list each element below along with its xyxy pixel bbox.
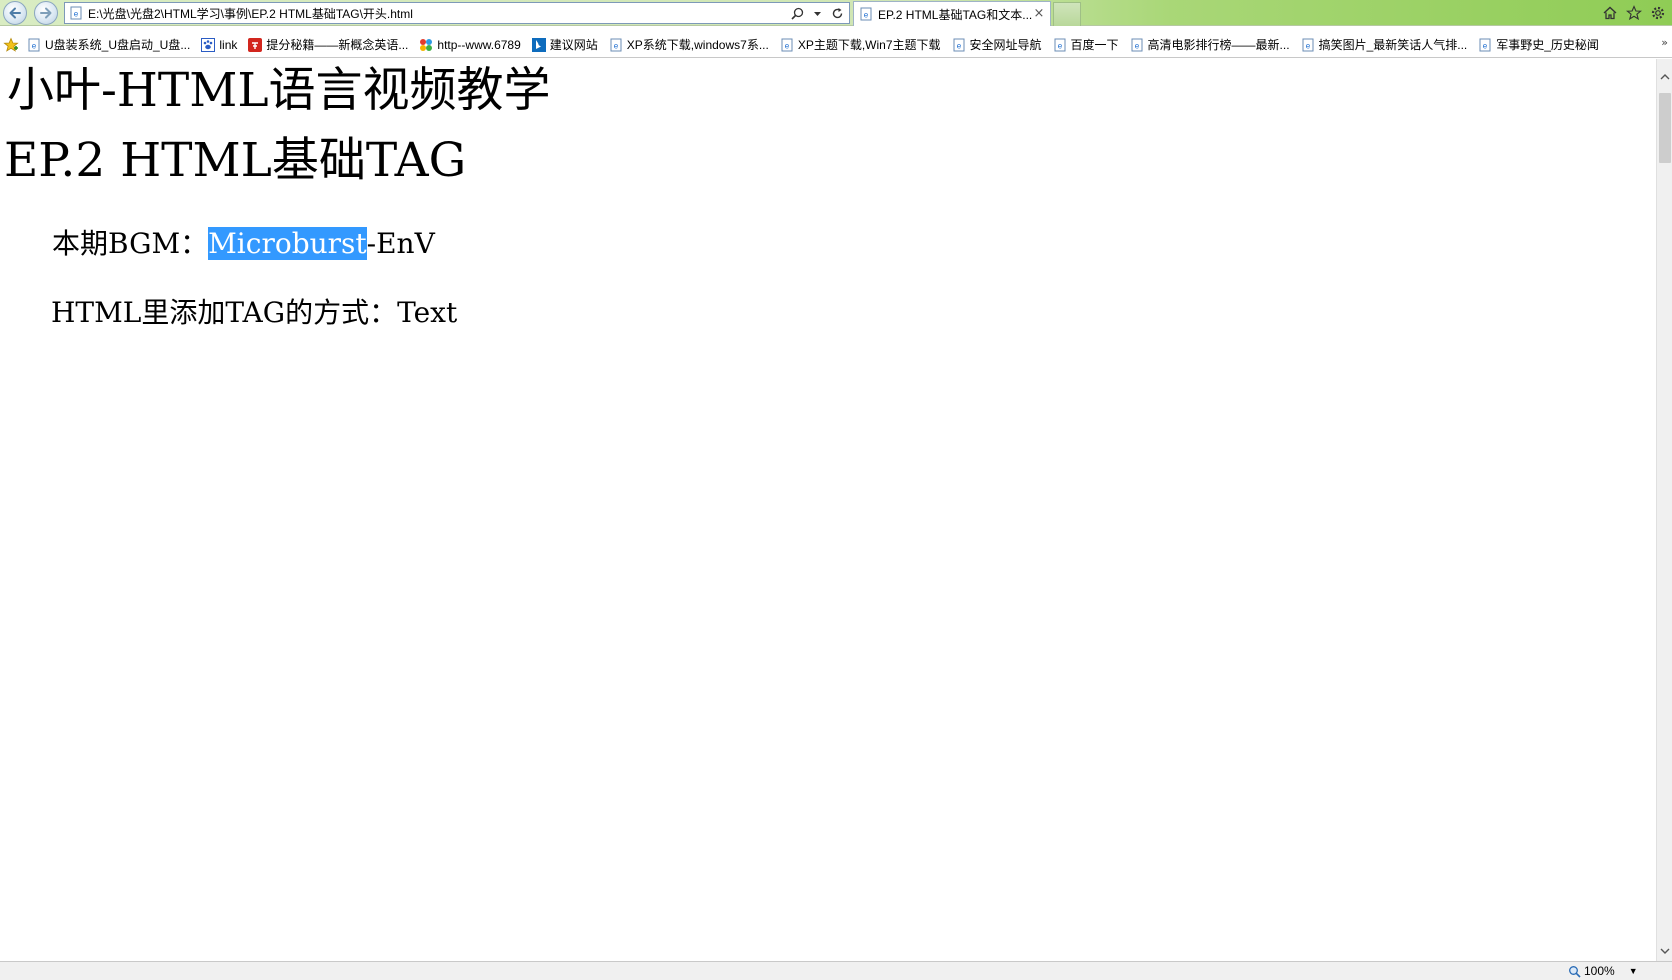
bgm-prefix: 本期BGM：	[52, 227, 209, 260]
favorites-add-icon[interactable]	[2, 36, 20, 54]
colorful-icon	[419, 38, 433, 52]
favorite-link[interactable]: e 高清电影排行榜——最新...	[1127, 35, 1293, 55]
page-content: 小叶-HTML语言视频教学 EP.2 HTML基础TAG 本期BGM：Micro…	[0, 59, 1656, 961]
favorite-label: 安全网址导航	[969, 38, 1042, 52]
search-icon[interactable]	[789, 5, 805, 21]
favorite-link[interactable]: e XP主题下载,Win7主题下载	[777, 35, 944, 55]
favorite-link[interactable]: e 安全网址导航	[949, 35, 1045, 55]
svg-text:e: e	[1305, 41, 1310, 50]
svg-text:e: e	[614, 41, 619, 50]
scroll-down-arrow-icon[interactable]	[1657, 943, 1672, 959]
zoom-level: 100%	[1584, 964, 1615, 978]
svg-text:e: e	[956, 41, 961, 50]
gear-icon[interactable]	[1649, 4, 1667, 22]
new-tab-button[interactable]	[1053, 2, 1081, 26]
zoom-magnifier-icon	[1569, 965, 1581, 978]
browser-toolbar: e E:\光盘\光盘2\HTML学习\事例\EP.2 HTML基础TAG\开头.…	[0, 0, 1672, 26]
tab-close-icon[interactable]: ×	[1032, 7, 1046, 21]
favorite-label: XP系统下载,windows7系...	[626, 38, 769, 52]
favorite-label: 百度一下	[1070, 38, 1119, 52]
favorite-link[interactable]: e 百度一下	[1050, 35, 1122, 55]
ie-page-icon: e	[1301, 38, 1315, 52]
favorites-list: e U盘装系统_U盘启动_U盘... link 提分秘籍——新概念英语... http-…	[24, 35, 1607, 55]
favorite-link[interactable]: e 军事野史_历史秘闻	[1475, 35, 1602, 55]
zoom-control[interactable]: 100% ▼	[1568, 964, 1638, 978]
forward-button[interactable]	[34, 1, 58, 25]
dropdown-arrow-icon[interactable]	[809, 5, 825, 21]
favorites-bar: e U盘装系统_U盘启动_U盘... link 提分秘籍——新概念英语... http-…	[0, 32, 1672, 58]
favorite-label: 搞笑图片_最新笑话人气排...	[1318, 38, 1468, 52]
forward-arrow-icon	[40, 7, 52, 19]
ie-page-icon: e	[952, 38, 966, 52]
bgm-suffix: -EnV	[366, 227, 435, 260]
tag-paragraph: HTML里添加TAG的方式：Text	[51, 296, 458, 329]
red-xue-icon	[248, 37, 263, 52]
ie-page-icon: e	[1130, 38, 1144, 52]
svg-text:e: e	[785, 41, 790, 50]
back-button[interactable]	[3, 1, 27, 25]
tab-active[interactable]: e EP.2 HTML基础TAG和文本... ×	[853, 1, 1051, 26]
favorite-link[interactable]: e U盘装系统_U盘启动_U盘...	[24, 35, 193, 55]
favorite-label: 高清电影排行榜——最新...	[1147, 38, 1290, 52]
scroll-up-arrow-icon[interactable]	[1657, 69, 1672, 85]
address-bar[interactable]: e E:\光盘\光盘2\HTML学习\事例\EP.2 HTML基础TAG\开头.…	[64, 2, 850, 24]
scroll-thumb[interactable]	[1659, 93, 1671, 163]
selected-text[interactable]: Microburst	[208, 227, 367, 260]
episode-title: EP.2 HTML基础TAG	[4, 133, 467, 188]
favorite-label: XP主题下载,Win7主题下载	[797, 38, 941, 52]
vertical-scrollbar[interactable]	[1656, 59, 1672, 961]
svg-text:e: e	[32, 41, 37, 50]
status-bar: 100% ▼	[0, 961, 1672, 980]
bgm-paragraph: 本期BGM：Microburst-EnV	[52, 227, 435, 260]
svg-text:e: e	[864, 11, 869, 20]
favorite-label: U盘装系统_U盘启动_U盘...	[45, 38, 191, 52]
favorite-label: http--www.6789	[437, 37, 521, 52]
ie-page-icon: e	[609, 38, 623, 52]
home-icon[interactable]	[1601, 4, 1619, 22]
favorite-link[interactable]: 提分秘籍——新概念英语...	[245, 35, 411, 55]
bing-icon	[531, 37, 546, 52]
favorite-label: 提分秘籍——新概念英语...	[266, 38, 409, 52]
favorite-label: 军事野史_历史秘闻	[1496, 38, 1599, 52]
refresh-icon[interactable]	[829, 5, 845, 21]
svg-text:e: e	[1134, 41, 1139, 50]
favorite-link[interactable]: link	[198, 35, 240, 55]
ie-page-icon: e	[780, 38, 794, 52]
ie-page-icon: e	[1478, 38, 1492, 52]
svg-text:e: e	[1483, 41, 1488, 50]
favorite-link[interactable]: 建议网站	[529, 35, 601, 55]
baidu-paw-icon	[201, 37, 216, 52]
favorite-label: link	[219, 37, 238, 52]
favorites-star-icon[interactable]	[1625, 4, 1643, 22]
tab-title: EP.2 HTML基础TAG和文本...	[878, 7, 1032, 22]
address-text[interactable]: E:\光盘\光盘2\HTML学习\事例\EP.2 HTML基础TAG\开头.ht…	[88, 5, 789, 22]
favorite-link[interactable]: e 搞笑图片_最新笑话人气排...	[1298, 35, 1471, 55]
zoom-dropdown-icon[interactable]: ▼	[1629, 966, 1638, 976]
site-title: 小叶-HTML语言视频教学	[7, 63, 551, 118]
svg-text:e: e	[74, 10, 79, 19]
page-icon: e	[70, 6, 82, 20]
favorites-overflow-icon[interactable]: »	[1661, 36, 1668, 49]
svg-text:e: e	[1057, 41, 1062, 50]
ie-page-icon: e	[1053, 38, 1067, 52]
ie-page-icon: e	[860, 7, 872, 21]
favorite-link[interactable]: e XP系统下载,windows7系...	[606, 35, 772, 55]
ie-page-icon: e	[27, 38, 41, 52]
back-arrow-icon	[9, 7, 21, 19]
favorite-link[interactable]: http--www.6789	[416, 35, 523, 55]
favorite-label: 建议网站	[549, 38, 598, 52]
